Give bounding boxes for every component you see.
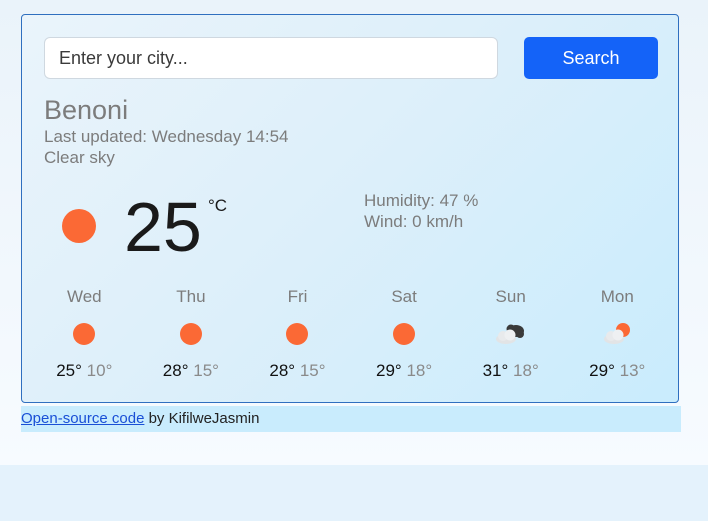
forecast-min: 18°	[513, 361, 539, 380]
city-search-input[interactable]	[44, 37, 498, 79]
forecast-day-name: Sat	[391, 287, 417, 306]
search-button[interactable]: Search	[524, 37, 658, 79]
forecast-min: 10°	[86, 361, 113, 380]
wind-speed: Wind: 0 km/h	[364, 212, 464, 231]
temperature-unit: °C	[208, 196, 228, 215]
forecast-day: Mon 29° 13°	[564, 287, 671, 387]
weather-card: Search Benoni Last updated: Wednesday 14…	[21, 14, 679, 403]
clear-sky-icon	[387, 321, 421, 347]
search-form: Search	[44, 37, 658, 79]
forecast-day-name: Mon	[600, 287, 634, 306]
page-bottom-band	[0, 465, 708, 521]
clear-sky-icon	[280, 321, 314, 347]
clear-sky-icon	[174, 321, 208, 347]
footer: Open-source code by KifilweJasmin	[21, 406, 681, 432]
clear-sky-icon	[67, 321, 101, 347]
current-temperature: 25	[124, 188, 202, 266]
forecast-min: 13°	[619, 361, 646, 380]
forecast-max: 25°	[56, 361, 82, 380]
clear-sky-icon	[62, 209, 96, 243]
forecast-day: Sat 29° 18°	[351, 287, 458, 387]
forecast-temps: 31° 18°	[457, 361, 564, 381]
forecast-min: 18°	[406, 361, 433, 380]
forecast-temps: 29° 13°	[564, 361, 671, 381]
forecast-min: 15°	[193, 361, 219, 380]
forecast-day-name: Sun	[495, 287, 526, 306]
forecast-day: Wed 25° 10°	[31, 287, 138, 387]
forecast-day-name: Fri	[287, 287, 308, 306]
humidity: Humidity: 47 %	[364, 191, 479, 210]
few-clouds-icon	[600, 321, 634, 347]
forecast-row: Wed 25° 10° Thu 28° 15° Fri 28° 15° Sat …	[31, 287, 671, 387]
broken-clouds-icon	[494, 321, 528, 347]
forecast-max: 29°	[375, 361, 402, 380]
forecast-day-name: Wed	[66, 287, 102, 306]
forecast-temps: 29° 18°	[351, 361, 458, 381]
forecast-day: Thu 28° 15°	[138, 287, 245, 387]
city-name: Benoni	[44, 95, 129, 125]
forecast-day-name: Thu	[176, 287, 206, 306]
forecast-temps: 25° 10°	[31, 361, 138, 381]
forecast-max: 31°	[482, 361, 509, 380]
forecast-min: 15°	[299, 361, 326, 380]
forecast-day: Fri 28° 15°	[244, 287, 351, 387]
open-source-link[interactable]: Open-source code	[21, 410, 144, 427]
forecast-max: 28°	[162, 361, 189, 380]
footer-author: by KifilweJasmin	[144, 410, 260, 427]
forecast-day: Sun 31° 18°	[457, 287, 564, 387]
last-updated: Last updated: Wednesday 14:54	[44, 127, 289, 146]
forecast-max: 28°	[269, 361, 296, 380]
forecast-max: 29°	[589, 361, 615, 380]
forecast-temps: 28° 15°	[244, 361, 351, 381]
forecast-temps: 28° 15°	[138, 361, 245, 381]
weather-description: Clear sky	[44, 148, 115, 167]
